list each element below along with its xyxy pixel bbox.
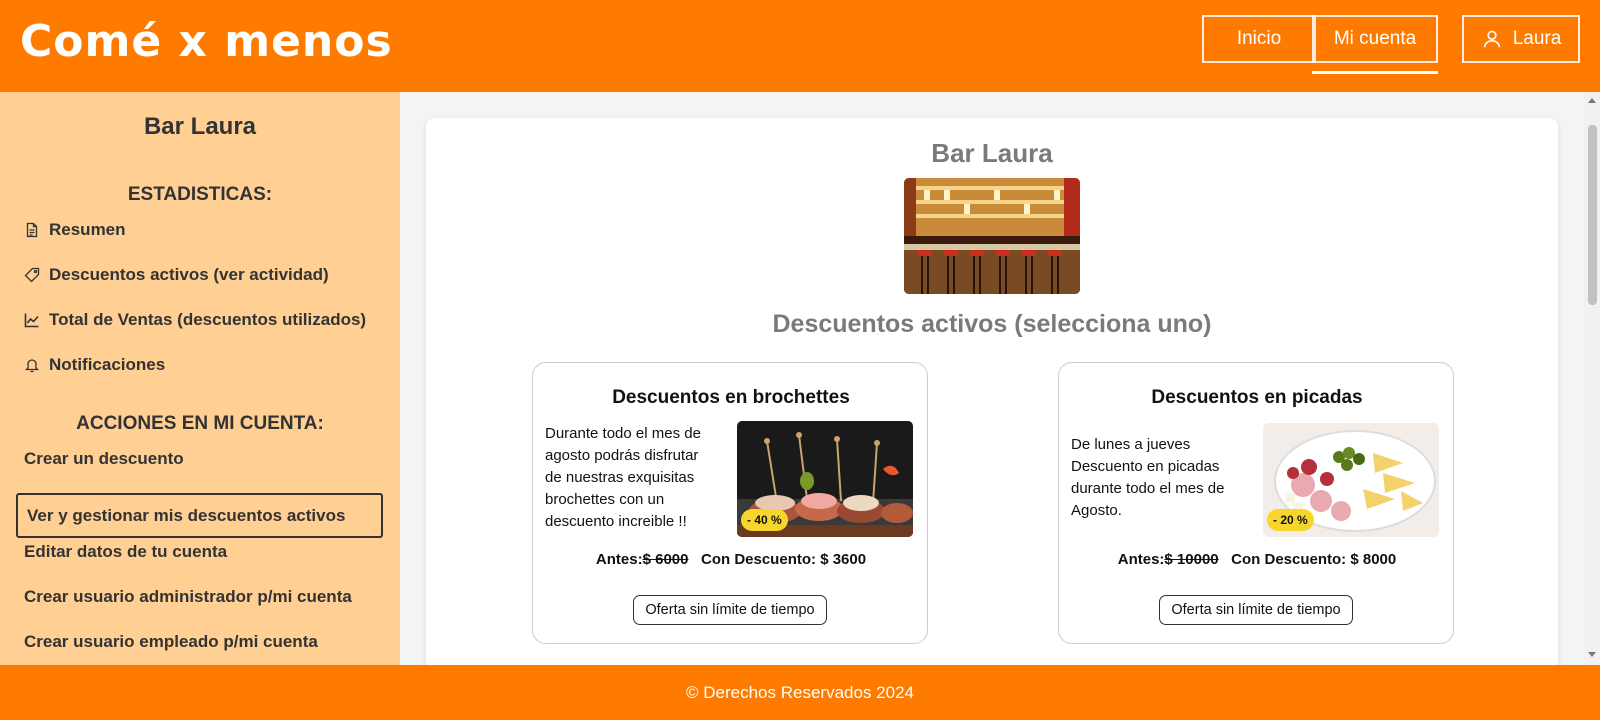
user-name: Laura: [1512, 28, 1562, 49]
chart-line-icon: [24, 313, 39, 328]
action-ver-gestionar-descuentos[interactable]: Ver y gestionar mis descuentos activos: [16, 493, 383, 538]
sidebar-title: Bar Laura: [143, 113, 257, 140]
document-icon: [26, 222, 38, 238]
discount-card-title: Descuentos en brochettes: [612, 387, 850, 408]
scroll-down-arrow-icon[interactable]: [1588, 652, 1596, 657]
sidebar-item-label: Resumen: [49, 220, 126, 239]
after-label: Con Descuento:: [1231, 551, 1347, 568]
before-price: $ 6000: [642, 551, 689, 568]
bell-icon: [24, 359, 40, 373]
sidebar-item-notificaciones[interactable]: Notificaciones: [24, 353, 165, 377]
brochettes-image: - 40 %: [737, 421, 913, 537]
sidebar-item-label: Notificaciones: [49, 355, 166, 374]
after-label: Con Descuento:: [701, 551, 817, 568]
action-editar-datos[interactable]: Editar datos de tu cuenta: [24, 542, 227, 562]
scroll-thumb[interactable]: [1588, 125, 1597, 305]
offer-duration-button[interactable]: Oferta sin límite de tiempo: [1159, 595, 1353, 625]
offer-duration-button[interactable]: Oferta sin límite de tiempo: [633, 595, 827, 625]
discount-card[interactable]: Descuentos en picadas De lunes a jueves …: [1058, 362, 1454, 644]
sidebar-item-total-ventas[interactable]: Total de Ventas (descuentos utilizados): [24, 308, 366, 332]
before-price: $ 10000: [1164, 551, 1219, 568]
action-crear-admin[interactable]: Crear usuario administrador p/mi cuenta: [24, 587, 352, 607]
action-crear-descuento[interactable]: Crear un descuento: [24, 449, 184, 469]
scrollbar[interactable]: [1584, 92, 1600, 665]
after-price: $ 3600: [820, 551, 867, 568]
action-crear-empleado[interactable]: Crear usuario empleado p/mi cuenta: [24, 632, 318, 652]
main-content: Bar Laura Descuentos activos (selecciona…: [400, 92, 1584, 665]
active-discounts-heading: Descuentos activos (selecciona uno): [772, 310, 1212, 338]
active-nav-indicator: [1312, 71, 1438, 74]
sidebar-item-descuentos-activos[interactable]: Descuentos activos (ver actividad): [24, 263, 329, 287]
before-label: Antes:: [1117, 551, 1165, 568]
bar-image: [904, 178, 1080, 294]
discount-card[interactable]: Descuentos en brochettes Durante todo el…: [532, 362, 928, 644]
header: Comé x menos Inicio Mi cuenta Laura: [0, 0, 1600, 92]
discount-badge: - 40 %: [741, 509, 788, 531]
discount-card-description: Durante todo el mes de agosto podrás dis…: [545, 425, 701, 530]
picadas-image: - 20 %: [1263, 423, 1439, 537]
nav-inicio-button[interactable]: Inicio: [1202, 15, 1316, 63]
price-line: Antes:$ 10000 Con Descuento: $ 8000: [1059, 551, 1455, 568]
app-logo[interactable]: Comé x menos: [20, 16, 393, 67]
user-icon: [1483, 30, 1500, 48]
user-menu-button[interactable]: Laura: [1462, 15, 1580, 63]
before-label: Antes:: [595, 551, 643, 568]
footer: © Derechos Reservados 2024: [0, 665, 1600, 720]
discount-card-title: Descuentos en picadas: [1151, 387, 1363, 408]
sidebar-item-label: Total de Ventas (descuentos utilizados): [49, 310, 367, 329]
nav-mi-cuenta-button[interactable]: Mi cuenta: [1312, 15, 1438, 63]
sidebar-item-resumen[interactable]: Resumen: [24, 218, 126, 242]
tag-icon: [24, 267, 40, 283]
discount-card-description: De lunes a jueves Descuento en picadas d…: [1071, 436, 1225, 519]
discount-badge: - 20 %: [1267, 509, 1314, 531]
actions-heading: ACCIONES EN MI CUENTA:: [76, 413, 324, 434]
scroll-up-arrow-icon[interactable]: [1588, 98, 1596, 103]
after-price: $ 8000: [1350, 551, 1397, 568]
business-panel: Bar Laura Descuentos activos (selecciona…: [426, 118, 1558, 665]
sidebar: Bar Laura ESTADISTICAS: Resumen Descuent…: [0, 92, 400, 665]
stats-heading: ESTADISTICAS:: [127, 184, 273, 205]
footer-copyright: © Derechos Reservados 2024: [686, 682, 914, 702]
price-line: Antes:$ 6000 Con Descuento: $ 3600: [533, 551, 929, 568]
sidebar-item-label: Descuentos activos (ver actividad): [49, 265, 329, 284]
business-title: Bar Laura: [931, 138, 1053, 168]
